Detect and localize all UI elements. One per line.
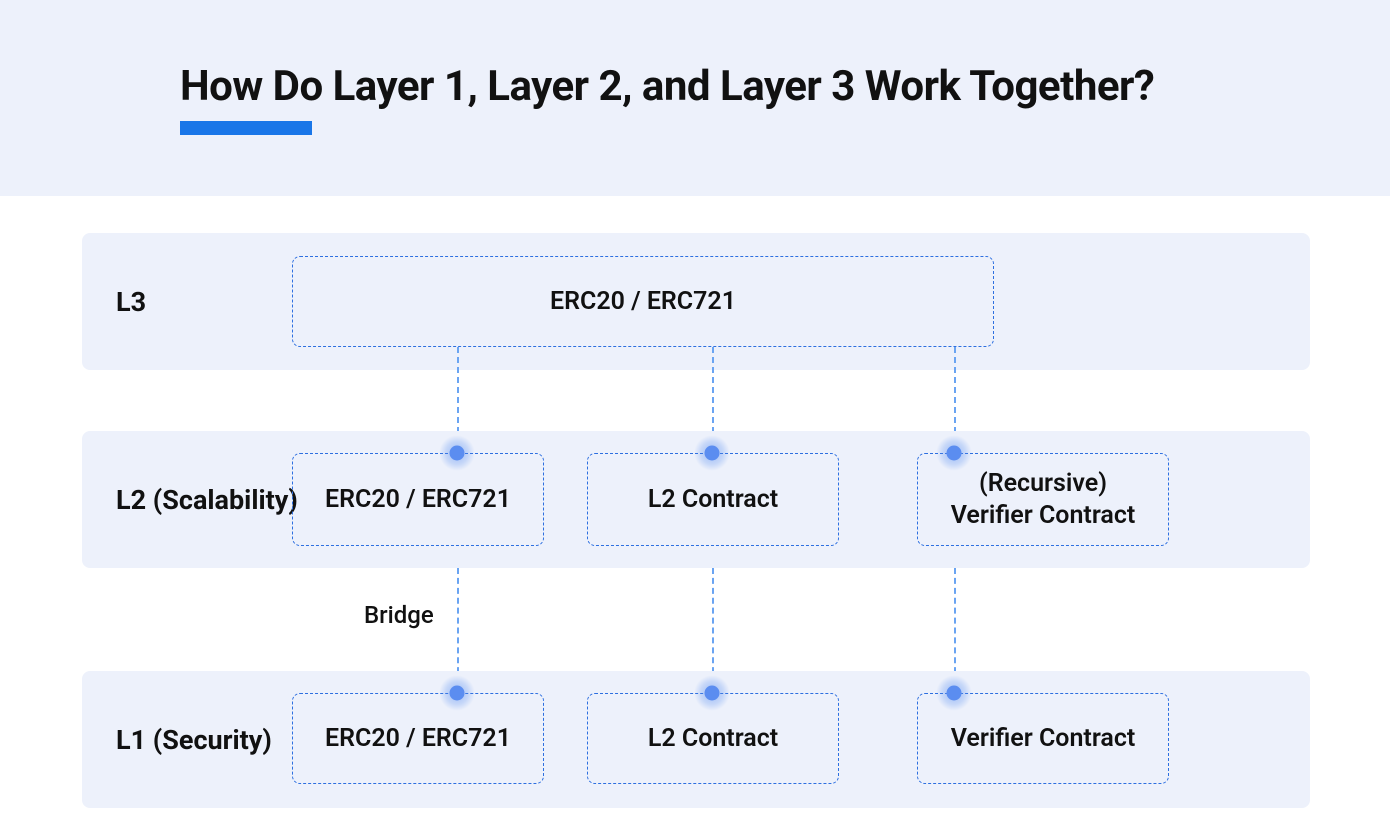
page-title: How Do Layer 1, Layer 2, and Layer 3 Wor… [180,62,1390,111]
row-label-l3: L3 [116,286,146,318]
node-dot-icon [936,675,972,711]
node-dot-icon [694,675,730,711]
header-band: How Do Layer 1, Layer 2, and Layer 3 Wor… [0,0,1390,196]
node-dot-icon [936,435,972,471]
row-label-l1: L1 (Security) [116,724,272,756]
title-underline [180,121,312,135]
node-dot-icon [439,675,475,711]
node-dot-icon [439,435,475,471]
box-l1-erc: ERC20 / ERC721 [292,693,544,784]
box-l3-erc: ERC20 / ERC721 [292,256,994,347]
row-label-l2: L2 (Scalability) [116,484,298,516]
node-dot-icon [694,435,730,471]
box-l2-erc: ERC20 / ERC721 [292,453,544,546]
bridge-label: Bridge [364,601,434,629]
